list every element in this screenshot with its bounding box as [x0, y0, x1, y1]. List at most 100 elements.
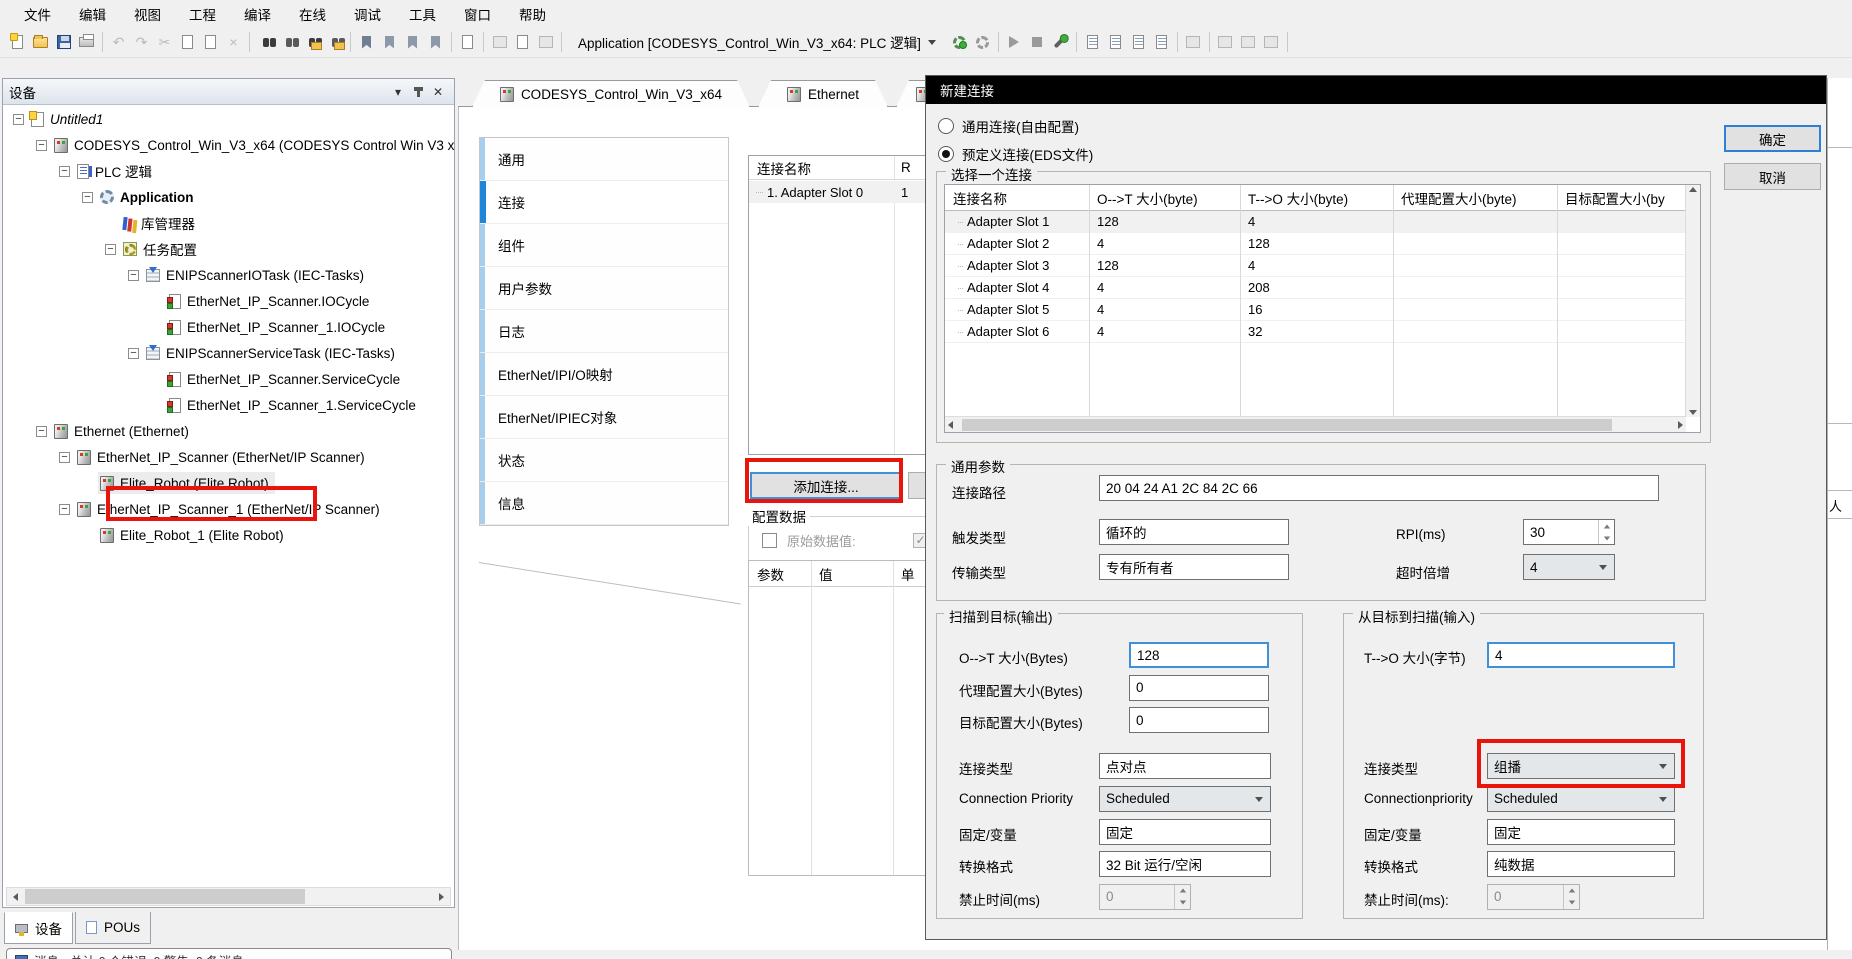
tab-日志[interactable]: 日志: [480, 310, 728, 353]
bookmark-prev-icon[interactable]: [379, 32, 400, 53]
new-file-icon[interactable]: [7, 32, 28, 53]
tree-item[interactable]: −ENIPScannerServiceTask (IEC-Tasks): [3, 340, 454, 366]
param-spinner[interactable]: 0: [1099, 884, 1191, 910]
table-hscrollbar[interactable]: [945, 416, 1686, 432]
table-vscrollbar[interactable]: [1685, 185, 1700, 417]
param-field[interactable]: 0: [1129, 707, 1269, 733]
expand-collapse-icon[interactable]: −: [36, 140, 47, 151]
find-in-files-icon[interactable]: [301, 32, 322, 53]
copy-icon[interactable]: [177, 32, 198, 53]
login-icon[interactable]: [949, 32, 970, 53]
adapter-slot-row[interactable]: ···Adapter Slot 11284: [945, 211, 1686, 233]
param-spinner[interactable]: 0: [1487, 884, 1580, 910]
device-tree-hscrollbar[interactable]: [6, 887, 451, 906]
step-out-icon[interactable]: [1128, 32, 1149, 53]
tree-item[interactable]: 库管理器: [3, 210, 454, 236]
menu-item[interactable]: 调试: [340, 0, 395, 28]
tree-item[interactable]: −Ethernet (Ethernet): [3, 418, 454, 444]
flow-control-icon[interactable]: [1215, 32, 1236, 53]
trigger-type-field[interactable]: 循环的: [1099, 519, 1289, 545]
menu-item[interactable]: 视图: [120, 0, 175, 28]
tree-item[interactable]: −任务配置: [3, 236, 454, 262]
expand-collapse-icon[interactable]: −: [128, 270, 139, 281]
expand-collapse-icon[interactable]: −: [128, 348, 139, 359]
adapter-slot-row[interactable]: ···Adapter Slot 31284: [945, 255, 1686, 277]
run-to-cursor-icon[interactable]: [1151, 32, 1172, 53]
param-field[interactable]: 固定: [1487, 819, 1675, 845]
menu-item[interactable]: 帮助: [505, 0, 560, 28]
replace-icon[interactable]: [278, 32, 299, 53]
timeout-multiplier-combo[interactable]: 4: [1523, 554, 1615, 580]
tab-EtherNet/IPI/O映射[interactable]: EtherNet/IPI/O映射: [480, 353, 728, 396]
param-field[interactable]: 32 Bit 运行/空闲: [1099, 851, 1271, 877]
tree-item[interactable]: −ENIPScannerIOTask (IEC-Tasks): [3, 262, 454, 288]
run-icon[interactable]: [1004, 32, 1025, 53]
tab-EtherNet/IPIEC对象[interactable]: EtherNet/IPIEC对象: [480, 396, 728, 439]
find-icon[interactable]: [255, 32, 276, 53]
calendar-icon[interactable]: [535, 32, 556, 53]
pin-icon[interactable]: [408, 83, 428, 101]
bookmark-next-icon[interactable]: [402, 32, 423, 53]
copy-special-icon[interactable]: [457, 32, 478, 53]
paste-icon[interactable]: [200, 32, 221, 53]
save-icon[interactable]: [53, 32, 74, 53]
param-combo[interactable]: Scheduled: [1487, 786, 1675, 812]
tab-组件[interactable]: 组件: [480, 224, 728, 267]
transport-type-field[interactable]: 专有所有者: [1099, 554, 1289, 580]
tree-item[interactable]: −Untitled1: [3, 106, 454, 132]
tree-item[interactable]: Elite_Robot_1 (Elite Robot): [3, 522, 454, 548]
connection-path-field[interactable]: 20 04 24 A1 2C 84 2C 66: [1099, 475, 1659, 501]
cut-icon[interactable]: ✂: [154, 32, 175, 53]
replace-in-files-icon[interactable]: [324, 32, 345, 53]
tab-用户参数[interactable]: 用户参数: [480, 267, 728, 310]
menu-item[interactable]: 编辑: [65, 0, 120, 28]
delete-icon[interactable]: ×: [223, 32, 244, 53]
param-input[interactable]: 4: [1487, 642, 1675, 668]
bookmark-clear-icon[interactable]: [425, 32, 446, 53]
param-field[interactable]: 0: [1129, 675, 1269, 701]
panel-tab-设备[interactable]: 设备: [4, 912, 73, 944]
connection-choice-table[interactable]: 连接名称O-->T 大小(byte)T-->O 大小(byte)代理配置大小(b…: [944, 184, 1701, 433]
logout-icon[interactable]: [972, 32, 993, 53]
delete-connection-button-partial[interactable]: [908, 472, 925, 499]
adapter-slot-row[interactable]: ···Adapter Slot 6432: [945, 321, 1686, 343]
param-field[interactable]: 固定: [1099, 819, 1271, 845]
param-combo[interactable]: Scheduled: [1099, 786, 1271, 812]
tree-item[interactable]: −EtherNet_IP_Scanner (EtherNet/IP Scanne…: [3, 444, 454, 470]
tab-信息[interactable]: 信息: [480, 482, 728, 525]
open-project-icon[interactable]: [30, 32, 51, 53]
status-message[interactable]: 消息 - 总计 0 个错误, 0 警告, 0 条消息: [6, 948, 452, 959]
expand-collapse-icon[interactable]: −: [82, 192, 93, 203]
expand-collapse-icon[interactable]: −: [59, 166, 70, 177]
menu-item[interactable]: 窗口: [450, 0, 505, 28]
param-input[interactable]: 128: [1129, 642, 1269, 668]
flow-bars-icon[interactable]: [1238, 32, 1259, 53]
adapter-slot-row[interactable]: ···Adapter Slot 24128: [945, 233, 1686, 255]
dialog-titlebar[interactable]: 新建连接: [926, 76, 1826, 104]
tree-item[interactable]: −CODESYS_Control_Win_V3_x64 (CODESYS Con…: [3, 132, 454, 158]
document-tab[interactable]: CODESYS_Control_Win_V3_x64: [472, 80, 750, 107]
adapter-slot-row[interactable]: ···Adapter Slot 44208: [945, 277, 1686, 299]
print-icon[interactable]: [76, 32, 97, 53]
reset-icon[interactable]: [1261, 32, 1282, 53]
expand-collapse-icon[interactable]: −: [105, 244, 116, 255]
radio-option[interactable]: 预定义连接(EDS文件): [938, 144, 1093, 164]
radio-option[interactable]: 通用连接(自由配置): [938, 116, 1079, 136]
menu-item[interactable]: 工具: [395, 0, 450, 28]
step-over-icon[interactable]: [1082, 32, 1103, 53]
panel-dropdown-icon[interactable]: ▾: [388, 83, 408, 101]
active-application-selector[interactable]: Application [CODESYS_Control_Win_V3_x64:…: [572, 30, 942, 54]
param-field[interactable]: 纯数据: [1487, 851, 1675, 877]
bookmark-icon[interactable]: [356, 32, 377, 53]
tree-item[interactable]: −Application: [3, 184, 454, 210]
tab-状态[interactable]: 状态: [480, 439, 728, 482]
raw-data-checkbox[interactable]: [762, 533, 777, 548]
tree-item[interactable]: EtherNet_IP_Scanner_1.ServiceCycle: [3, 392, 454, 418]
tree-item[interactable]: EtherNet_IP_Scanner.IOCycle: [3, 288, 454, 314]
tab-通用[interactable]: 通用: [480, 138, 728, 181]
rpi-spinner[interactable]: 30: [1523, 519, 1615, 545]
menu-item[interactable]: 在线: [285, 0, 340, 28]
single-cycle-icon[interactable]: [1183, 32, 1204, 53]
connection-list[interactable]: 连接名称 R ···· 1. Adapter Slot 0 1: [748, 155, 925, 455]
connection-row[interactable]: ···· 1. Adapter Slot 0 1: [749, 181, 925, 203]
